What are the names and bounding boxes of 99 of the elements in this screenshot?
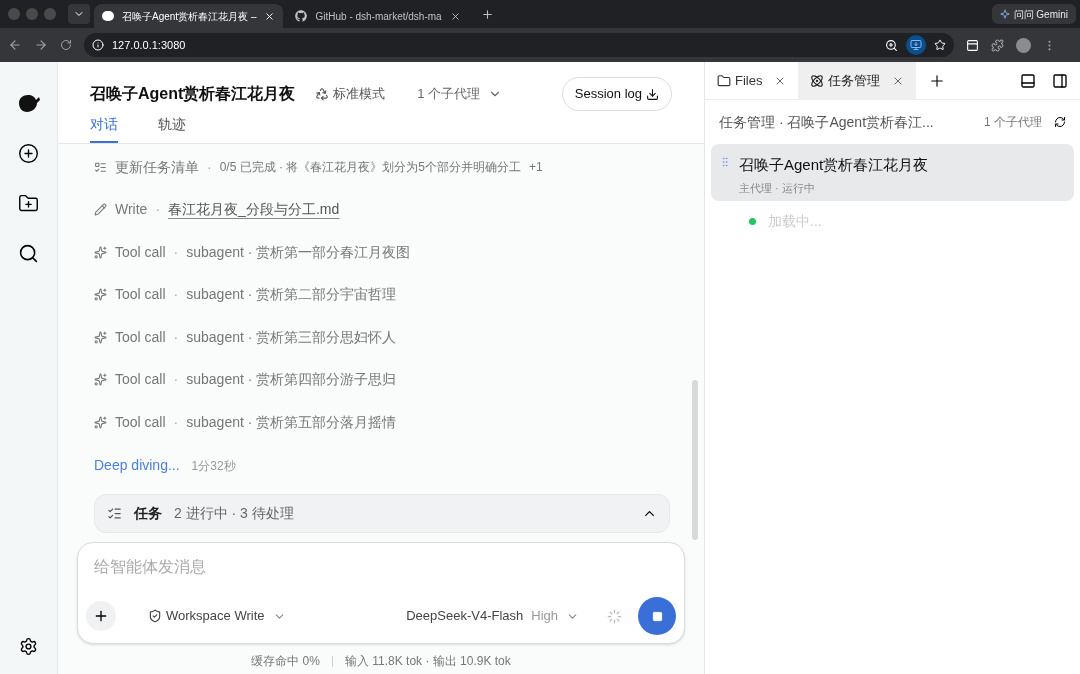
atom-icon: [810, 73, 825, 88]
mode-indicator[interactable]: 标准模式: [315, 84, 386, 104]
site-info-icon[interactable]: [92, 39, 104, 51]
sparkle-icon: [999, 9, 1010, 19]
panel-right-icon[interactable]: [1052, 72, 1068, 89]
view-tab[interactable]: 对话: [90, 114, 118, 143]
separator-dot: ·: [207, 157, 212, 177]
panel-tab-label: Files: [735, 71, 763, 90]
shield-icon: [148, 609, 162, 623]
subagent-count: 1 个子代理: [984, 114, 1042, 131]
forward-icon[interactable]: [34, 38, 48, 52]
stop-icon: [651, 610, 663, 622]
sparkle-icon: [94, 330, 107, 344]
separator-dot: ·: [173, 327, 179, 347]
new-folder-icon[interactable]: [18, 193, 39, 214]
github-icon: [295, 10, 308, 22]
profile-avatar[interactable]: [1016, 37, 1031, 53]
status-text: Deep diving...: [94, 456, 180, 476]
close-icon[interactable]: [449, 10, 461, 22]
step-label: Tool call: [115, 327, 166, 347]
message-composer[interactable]: 给智能体发消息 Workspace Write DeepSeek-V4-Flash High: [77, 542, 685, 644]
step-detail: subagent · 赏析第五部分落月摇情: [186, 412, 397, 432]
step-label: Tool call: [115, 370, 166, 390]
panel-tab[interactable]: 任务管理: [798, 62, 917, 99]
step-label: Write: [115, 200, 148, 220]
close-icon[interactable]: [264, 10, 276, 22]
subagent-dropdown[interactable]: 1 个子代理: [417, 84, 503, 104]
gemini-button[interactable]: 问问 Gemini: [991, 4, 1076, 24]
step-label: Tool call: [115, 285, 166, 305]
agent-item[interactable]: 召唤子Agent赏析春江花月夜 主代理 · 运行中: [711, 144, 1074, 201]
new-tab-icon[interactable]: [480, 7, 494, 21]
extensions-icon[interactable]: [991, 38, 1004, 52]
separator-dot: ·: [155, 200, 161, 220]
checklist-icon: [94, 160, 107, 174]
sparkle-icon: [94, 373, 107, 387]
refresh-icon[interactable]: [1054, 116, 1066, 128]
message-input[interactable]: 给智能体发消息: [86, 555, 676, 579]
file-link[interactable]: 春江花月夜_分段与分工.md: [168, 199, 340, 221]
task-list-icon: [107, 505, 122, 521]
panel-tab[interactable]: Files: [705, 62, 799, 99]
reading-mode-icon[interactable]: [966, 38, 979, 52]
elapsed-time: 1分32秒: [191, 457, 236, 475]
back-icon[interactable]: [8, 38, 22, 52]
step-detail: 0/5 已完成 · 将《春江花月夜》划分为5个部分并明确分工: [219, 159, 522, 177]
agent-title: 召唤子Agent赏析春江花月夜: [739, 155, 929, 175]
separator-dot: ·: [173, 242, 179, 262]
agent-status: 主代理 · 运行中: [739, 180, 816, 196]
attach-button[interactable]: [86, 601, 116, 631]
step-detail: subagent · 赏析第三部分思妇怀人: [186, 327, 397, 347]
browser-tab[interactable]: GitHub - dsh-market/dsh-ma: [287, 4, 469, 28]
task-summary-bar[interactable]: 任务 2 进行中 · 3 待处理: [94, 493, 670, 533]
browser-tab-title: GitHub - dsh-market/dsh-ma: [315, 9, 442, 24]
drag-handle-icon[interactable]: [719, 156, 731, 168]
separator-dot: ·: [173, 370, 179, 390]
cache-stat: 缓存命中 0%: [251, 653, 320, 670]
panel-bottom-icon[interactable]: [1020, 72, 1036, 89]
panel-tab-label: 任务管理: [828, 71, 881, 90]
view-tab[interactable]: 轨迹: [158, 114, 186, 143]
pencil-icon: [94, 203, 107, 217]
settings-icon[interactable]: [19, 637, 38, 656]
sparkle-icon: [94, 288, 107, 302]
tasks-label: 任务: [134, 503, 162, 523]
reload-icon[interactable]: [60, 39, 72, 51]
model-dropdown[interactable]: DeepSeek-V4-Flash High: [406, 606, 579, 626]
step-detail: subagent · 赏析第一部分春江月夜图: [186, 242, 411, 262]
install-app-button[interactable]: [906, 35, 926, 55]
step-detail: subagent · 赏析第二部分宇宙哲理: [186, 285, 397, 305]
separator-dot: ·: [173, 285, 179, 305]
monitor-download-icon: [910, 39, 922, 51]
browser-tab[interactable]: 召唤子Agent赏析春江花月夜 –: [94, 4, 284, 28]
step-label: Tool call: [115, 242, 166, 262]
permission-dropdown[interactable]: Workspace Write: [148, 606, 286, 626]
tasks-summary: 2 进行中 · 3 待处理: [174, 503, 294, 523]
scrollbar[interactable]: [692, 380, 698, 540]
sparkle-icon: [94, 415, 107, 429]
stop-button[interactable]: [638, 597, 676, 635]
step-detail: subagent · 赏析第四部分游子思归: [186, 370, 397, 390]
search-icon[interactable]: [18, 243, 39, 264]
address-bar[interactable]: 127.0.0.1:3080: [84, 33, 954, 57]
more-count: +1: [529, 159, 543, 177]
tab-search-button[interactable]: [68, 4, 90, 24]
zoom-icon[interactable]: [885, 38, 898, 52]
url-text: 127.0.0.1:3080: [112, 37, 186, 53]
effort-label: High: [531, 607, 558, 626]
separator-dot: ·: [173, 412, 179, 432]
sparkle-icon: [94, 245, 107, 259]
step-label: 更新任务清单: [115, 157, 199, 177]
bookmark-star-icon[interactable]: [934, 39, 946, 51]
session-log-button[interactable]: Session log: [561, 77, 672, 111]
conversation-title: 召唤子Agent赏析春江花月夜: [90, 84, 296, 104]
token-stat: 输入 11.8K tok · 输出 10.9K tok: [344, 653, 511, 670]
folder-icon: [717, 73, 731, 88]
new-chat-icon[interactable]: [18, 143, 39, 164]
step-label: Tool call: [115, 412, 166, 432]
download-icon: [646, 87, 659, 101]
plus-icon: [93, 608, 109, 624]
loading-spinner-icon: [607, 608, 622, 624]
panel-title: 任务管理 · 召唤子Agent赏析春江...: [719, 112, 935, 132]
browser-tab-title: 召唤子Agent赏析春江花月夜 –: [122, 9, 257, 24]
